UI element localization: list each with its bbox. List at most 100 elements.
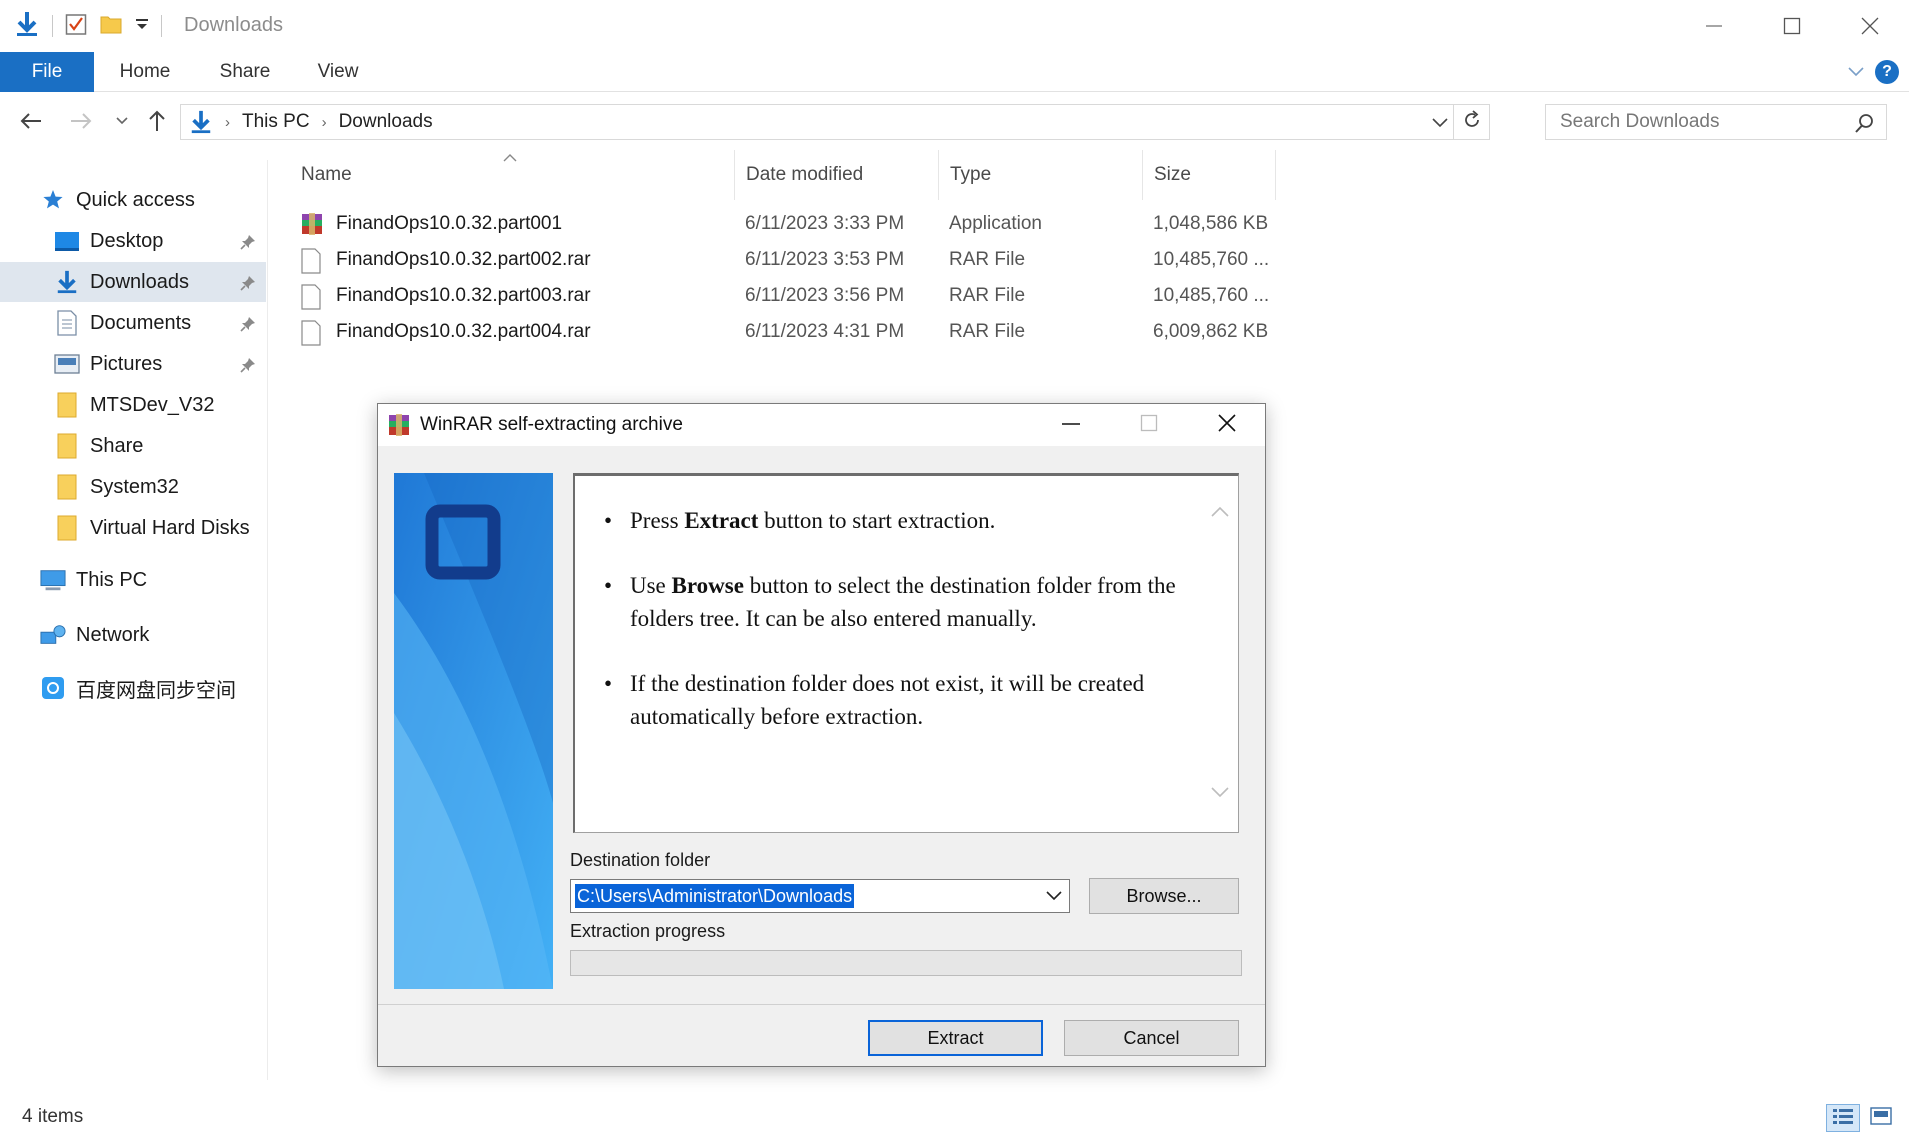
sidebar-item-documents[interactable]: Documents (0, 303, 266, 343)
scroll-down-icon[interactable] (1210, 786, 1230, 805)
sidebar-item-baidu-sync[interactable]: 百度网盘同步空间 (0, 668, 266, 708)
folder-icon (54, 515, 80, 541)
star-icon (40, 187, 66, 213)
breadcrumb-downloads[interactable]: Downloads (339, 111, 433, 133)
chevron-down-icon[interactable] (1045, 888, 1063, 909)
breadcrumb-separator: › (321, 113, 327, 131)
file-type: RAR File (949, 321, 1026, 342)
sidebar-item-label: Pictures (90, 352, 163, 375)
sidebar-item-quick-access[interactable]: Quick access (0, 180, 266, 220)
file-name: FinandOps10.0.32.part004.rar (336, 321, 591, 342)
download-arrow-icon (189, 109, 213, 135)
sidebar-item-label: Share (90, 434, 144, 457)
maximize-icon (1783, 17, 1801, 35)
download-arrow-icon (54, 269, 80, 295)
sidebar-item-mtsdev-v32[interactable]: MTSDev_V32 (0, 385, 266, 425)
dialog-close-button[interactable] (1192, 404, 1262, 446)
address-dropdown-icon[interactable] (1431, 113, 1449, 136)
sidebar-item-desktop[interactable]: Desktop (0, 221, 266, 261)
refresh-button[interactable] (1453, 105, 1489, 139)
pin-icon[interactable] (240, 274, 256, 297)
back-button[interactable] (16, 108, 46, 138)
search-icon[interactable] (1854, 112, 1876, 139)
column-header-name[interactable]: Name (290, 150, 734, 200)
new-folder-icon[interactable] (99, 12, 123, 41)
file-name: FinandOps10.0.32.part002.rar (336, 249, 591, 270)
maximize-icon (1140, 414, 1158, 437)
breadcrumb-this-pc[interactable]: This PC (242, 111, 310, 133)
winrar-app-icon (300, 212, 324, 242)
column-header-size[interactable]: Size (1142, 150, 1276, 200)
file-size: 10,485,760 ... (1153, 249, 1270, 270)
table-row[interactable]: FinandOps10.0.32.part003.rar 6/11/2023 3… (300, 278, 1280, 314)
customize-toolbar-icon[interactable] (135, 17, 149, 36)
destination-folder-combobox[interactable]: C:\Users\Administrator\Downloads (570, 879, 1070, 913)
tab-file[interactable]: File (0, 52, 94, 92)
extract-button[interactable]: Extract (868, 1020, 1043, 1056)
minimize-button[interactable] (1675, 0, 1753, 52)
dialog-title: WinRAR self-extracting archive (420, 414, 683, 435)
sidebar-item-label: Downloads (90, 270, 189, 293)
large-icons-view-button[interactable] (1864, 1104, 1898, 1132)
properties-icon[interactable] (65, 12, 87, 41)
details-view-button[interactable] (1826, 1104, 1860, 1132)
toolbar-separator (161, 15, 162, 37)
navigation-pane: Quick access Desktop Downloads Documents… (0, 160, 268, 1080)
download-arrow-icon[interactable] (14, 10, 40, 43)
browse-button[interactable]: Browse... (1089, 878, 1239, 914)
table-row[interactable]: FinandOps10.0.32.part004.rar 6/11/2023 4… (300, 314, 1280, 350)
table-row[interactable]: FinandOps10.0.32.part001 6/11/2023 3:33 … (300, 206, 1280, 242)
status-bar: 4 items (0, 1100, 1909, 1135)
sidebar-item-share[interactable]: Share (0, 426, 266, 466)
recent-locations-button[interactable] (108, 108, 136, 138)
file-icon (300, 320, 322, 352)
baidu-sync-icon (40, 675, 66, 701)
destination-folder-value[interactable]: C:\Users\Administrator\Downloads (575, 884, 855, 908)
sidebar-item-label: This PC (76, 568, 148, 591)
close-button[interactable] (1831, 0, 1909, 52)
tab-share[interactable]: Share (210, 52, 280, 92)
pin-icon[interactable] (240, 315, 256, 338)
sidebar-item-virtual-hard-disks[interactable]: Virtual Hard Disks (0, 508, 266, 548)
ribbon-tabs: File Home Share View ? (0, 52, 1909, 92)
help-icon[interactable]: ? (1875, 60, 1899, 84)
search-box[interactable] (1545, 104, 1887, 140)
address-bar[interactable]: › This PC › Downloads (180, 104, 1490, 140)
pin-icon[interactable] (240, 233, 256, 256)
table-row[interactable]: FinandOps10.0.32.part002.rar 6/11/2023 3… (300, 242, 1280, 278)
file-type: RAR File (949, 285, 1026, 306)
maximize-button[interactable] (1753, 0, 1831, 52)
pictures-icon (54, 351, 80, 377)
file-date: 6/11/2023 3:53 PM (745, 249, 905, 270)
tab-view[interactable]: View (306, 52, 370, 92)
dialog-minimize-button[interactable] (1036, 404, 1106, 446)
large-icons-view-icon (1870, 1106, 1892, 1130)
sidebar-item-this-pc[interactable]: This PC (0, 560, 266, 600)
dialog-divider (378, 1004, 1265, 1005)
cancel-button[interactable]: Cancel (1064, 1020, 1239, 1056)
forward-button[interactable] (66, 108, 96, 138)
scroll-up-icon[interactable] (1210, 504, 1230, 523)
sidebar-item-system32[interactable]: System32 (0, 467, 266, 507)
sidebar-item-network[interactable]: Network (0, 615, 266, 655)
dialog-maximize-button[interactable] (1114, 404, 1184, 446)
sidebar-item-pictures[interactable]: Pictures (0, 344, 266, 384)
destination-folder-label: Destination folder (570, 850, 711, 870)
up-button[interactable] (142, 108, 172, 138)
pin-icon[interactable] (240, 356, 256, 379)
instruction-bold-text: Browse (671, 573, 744, 598)
column-header-type[interactable]: Type (938, 150, 1142, 200)
desktop-icon (54, 228, 80, 254)
expand-ribbon-icon[interactable] (1847, 62, 1865, 85)
details-view-icon (1832, 1107, 1854, 1130)
search-input[interactable] (1546, 105, 1836, 139)
column-header-date-modified[interactable]: Date modified (734, 150, 938, 200)
file-size: 6,009,862 KB (1153, 321, 1269, 342)
tab-home[interactable]: Home (110, 52, 180, 92)
refresh-icon (1462, 109, 1482, 135)
winrar-app-icon (386, 413, 412, 442)
instructions-list: Press Extract button to start extraction… (604, 504, 1190, 765)
extraction-progress-bar (570, 950, 1242, 976)
folder-icon (54, 433, 80, 459)
sidebar-item-downloads[interactable]: Downloads (0, 262, 266, 302)
